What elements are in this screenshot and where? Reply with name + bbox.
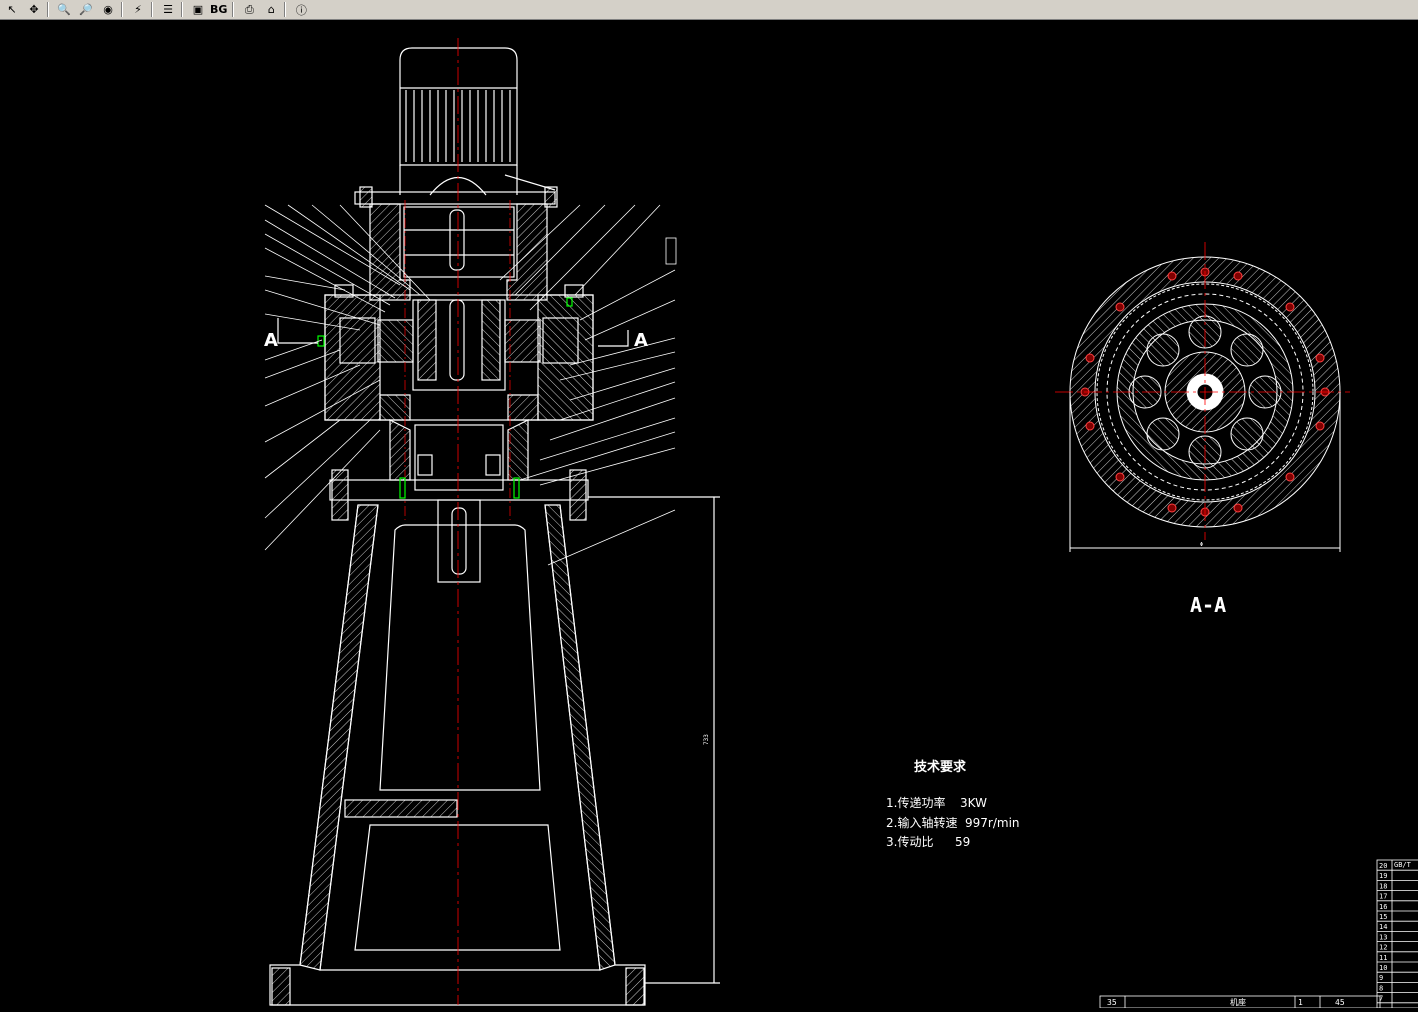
svg-text:Φ: Φ [1200, 542, 1203, 548]
drawing-canvas[interactable]: 733 A A Φ A-A 技术要求 1.传递功率 3KW 2.输入轴转速 99… [0, 20, 1418, 1009]
bom-row-number: 12 [1379, 944, 1387, 952]
bom-bottom-no: 35 [1107, 998, 1117, 1007]
bom-bottom-mat: 45 [1335, 998, 1345, 1007]
measure-icon[interactable]: ⚡ [128, 1, 148, 18]
section-label-left: A [264, 330, 278, 351]
cad-drawing: 733 A A Φ A-A 技术要求 1.传递功率 3KW 2.输入轴转速 99… [264, 38, 1418, 1009]
reducer-housing [324, 284, 594, 491]
bom-row-number: 17 [1379, 893, 1387, 901]
bom-partial-std: GB/T [1394, 861, 1412, 869]
layers-icon[interactable]: ☰ [158, 1, 178, 18]
tech-line-1-value: 3KW [960, 796, 987, 810]
section-label-right: A [634, 330, 648, 351]
tech-title: 技术要求 [914, 759, 967, 775]
bom-row-number: 11 [1379, 954, 1387, 962]
technical-requirements: 技术要求 1.传递功率 3KW 2.输入轴转速 997r/min 3.传动比 5… [886, 759, 1020, 849]
bom-row-number: 9 [1379, 974, 1383, 982]
bom-bottom-name: 机座 [1230, 997, 1246, 1007]
zoom-window-icon[interactable]: 🔎 [76, 1, 96, 18]
bom-row-number: 19 [1379, 872, 1387, 880]
toolbar-divider [181, 2, 183, 17]
home-icon[interactable]: ⌂ [261, 1, 281, 18]
zoom-extents-icon[interactable]: ◉ [98, 1, 118, 18]
bom-row-number: 15 [1379, 913, 1387, 921]
select-arrow-icon[interactable]: ↖ [2, 1, 22, 18]
print-icon[interactable]: ⎙ [239, 1, 259, 18]
toolbar-divider [284, 2, 287, 17]
bom-table: 2019181716151413121110987 35 机座 1 45 GB/… [1099, 859, 1418, 1009]
svg-text:733: 733 [703, 734, 710, 745]
tech-line-3-label: 3.传动比 [886, 834, 933, 849]
layout-icon[interactable]: ▣ [188, 1, 208, 18]
bom-row-number: 18 [1379, 882, 1387, 890]
tech-line-3-value: 59 [955, 835, 970, 849]
background-toggle-button[interactable]: BG [208, 3, 229, 16]
toolbar-divider [151, 2, 153, 17]
bom-row-number: 14 [1379, 923, 1387, 931]
bom-row-number: 16 [1379, 903, 1387, 911]
viewer-toolbar: ↖ ✥ 🔍 🔎 ◉ ⚡ ☰ ▣ BG ⎙ ⌂ ⓘ [0, 0, 1418, 20]
toolbar-divider [47, 2, 49, 17]
bom-row-number: 10 [1379, 964, 1387, 972]
toolbar-divider [232, 2, 235, 17]
toolbar-divider [121, 2, 123, 17]
info-icon[interactable]: ⓘ [291, 1, 311, 18]
zoom-in-icon[interactable]: 🔍 [54, 1, 74, 18]
bom-row-number: 20 [1379, 862, 1387, 870]
tech-line-2-value: 997r/min [965, 816, 1020, 830]
tech-line-1-label: 1.传递功率 [886, 795, 945, 810]
section-view-aa: Φ [1055, 242, 1350, 552]
pan-icon[interactable]: ✥ [24, 1, 44, 18]
motor [399, 47, 556, 196]
section-view-title: A-A [1190, 593, 1226, 617]
bom-row-number: 8 [1379, 984, 1383, 992]
front-section-view: 733 [264, 38, 720, 1006]
bom-bottom-qty: 1 [1298, 998, 1303, 1007]
tech-line-2-label: 2.输入轴转速 [886, 815, 957, 830]
bom-row-number: 13 [1379, 933, 1387, 941]
machine-base [269, 504, 646, 1006]
